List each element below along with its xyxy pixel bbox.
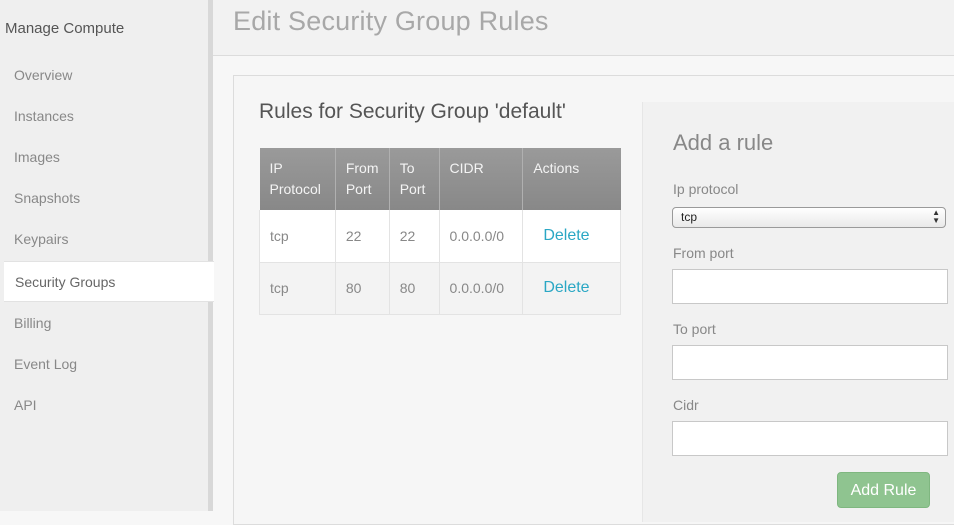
cell-from-port: 80 (335, 262, 390, 315)
column-header-line: To (399, 160, 415, 176)
column-header-line: IP (269, 160, 283, 176)
to-port-label: To port (673, 321, 716, 337)
ip-protocol-selected-value: tcp (681, 210, 698, 224)
select-arrows-icon: ▲ ▼ (932, 208, 940, 225)
sidebar-divider (208, 0, 213, 511)
column-header-actions: Actions (522, 148, 621, 210)
cell-protocol: tcp (259, 262, 336, 315)
sidebar-item-snapshots[interactable]: Snapshots (14, 190, 80, 206)
add-rule-button[interactable]: Add Rule (837, 472, 930, 508)
rules-table: IP Protocol From Port To Port CIDR Actio… (259, 148, 621, 315)
sidebar-item-overview[interactable]: Overview (14, 67, 72, 83)
cell-to-port: 22 (389, 210, 440, 263)
delete-rule-link[interactable]: Delete (543, 227, 589, 244)
cell-cidr: 0.0.0.0/0 (439, 210, 524, 263)
sidebar-item-instances[interactable]: Instances (14, 108, 74, 124)
cidr-input[interactable] (672, 421, 948, 456)
column-header-line: Port (345, 181, 372, 197)
sidebar-item-billing[interactable]: Billing (14, 315, 51, 331)
from-port-label: From port (673, 245, 734, 261)
cell-cidr: 0.0.0.0/0 (439, 262, 524, 315)
page-header: Edit Security Group Rules (213, 0, 954, 56)
ip-protocol-label: Ip protocol (673, 181, 739, 197)
column-header-from-port: From Port (335, 148, 390, 210)
cell-to-port: 80 (389, 262, 440, 315)
rules-title: Rules for Security Group 'default' (259, 100, 566, 123)
delete-rule-link[interactable]: Delete (543, 279, 589, 296)
cell-protocol: tcp (259, 210, 336, 263)
table-row: tcp 22 22 0.0.0.0/0 Delete (259, 210, 621, 263)
page-title: Edit Security Group Rules (233, 6, 549, 36)
sidebar-item-images[interactable]: Images (14, 149, 60, 165)
sidebar-title: Manage Compute (5, 20, 125, 37)
column-header-line: Actions (533, 160, 580, 176)
cell-actions: Delete (522, 210, 621, 263)
ip-protocol-select[interactable]: tcp ▲ ▼ (672, 207, 946, 228)
column-header-line: Port (399, 181, 426, 197)
add-rule-panel (642, 102, 954, 522)
column-header-line: From (345, 160, 379, 176)
table-header-row: IP Protocol From Port To Port CIDR Actio… (259, 148, 621, 210)
column-header-line: CIDR (449, 160, 484, 176)
column-header-ip-protocol: IP Protocol (259, 148, 336, 210)
to-port-input[interactable] (672, 345, 948, 380)
cidr-label: Cidr (673, 397, 699, 413)
sidebar-item-security-groups[interactable]: Security Groups (4, 261, 214, 302)
column-header-cidr: CIDR (439, 148, 524, 210)
cell-from-port: 22 (335, 210, 390, 263)
sidebar-item-api[interactable]: API (14, 397, 37, 413)
from-port-input[interactable] (672, 269, 948, 304)
cell-actions: Delete (522, 262, 621, 315)
column-header-line: Protocol (269, 181, 321, 197)
add-rule-title: Add a rule (673, 130, 774, 155)
column-header-to-port: To Port (389, 148, 440, 210)
sidebar-item-keypairs[interactable]: Keypairs (14, 231, 68, 247)
sidebar-item-event-log[interactable]: Event Log (14, 356, 77, 372)
table-row: tcp 80 80 0.0.0.0/0 Delete (259, 262, 621, 315)
